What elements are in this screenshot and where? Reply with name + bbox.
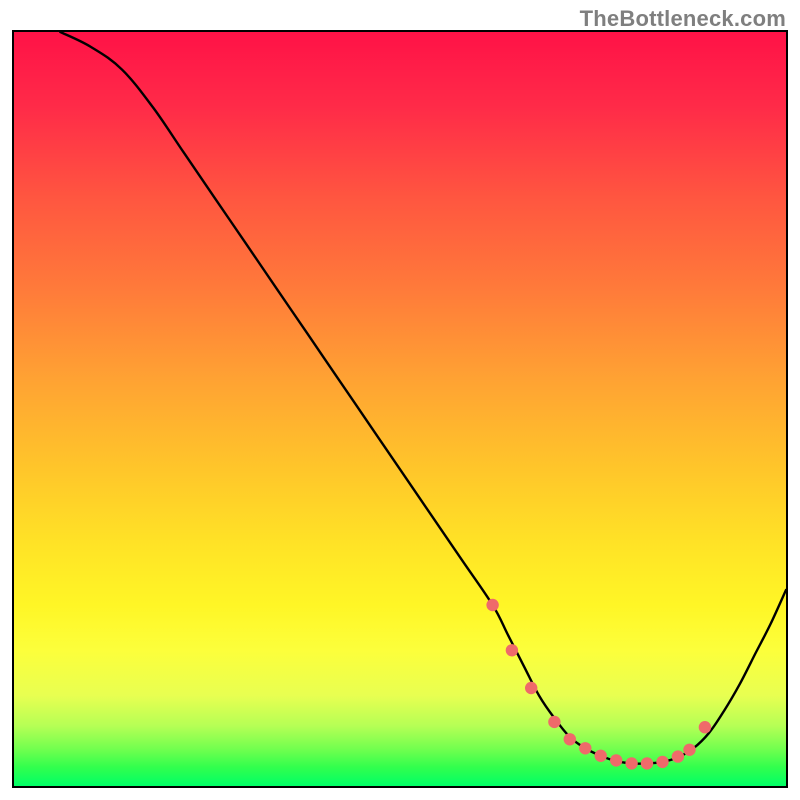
highlight-dot: [672, 750, 684, 762]
highlight-dot: [486, 599, 498, 611]
chart-stage: TheBottleneck.com: [0, 0, 800, 800]
curve-layer: [14, 32, 786, 786]
highlight-dot: [564, 733, 576, 745]
highlight-dot: [525, 682, 537, 694]
highlight-dot: [683, 744, 695, 756]
watermark-text: TheBottleneck.com: [580, 6, 786, 32]
highlight-dot: [641, 757, 653, 769]
highlight-dot: [610, 754, 622, 766]
highlight-dot: [548, 716, 560, 728]
bottleneck-curve: [60, 32, 786, 764]
highlight-dot: [579, 742, 591, 754]
highlight-dots: [486, 599, 711, 770]
plot-area: [12, 30, 788, 788]
highlight-dot: [656, 756, 668, 768]
highlight-dot: [625, 757, 637, 769]
highlight-dot: [506, 644, 518, 656]
highlight-dot: [699, 721, 711, 733]
highlight-dot: [595, 750, 607, 762]
